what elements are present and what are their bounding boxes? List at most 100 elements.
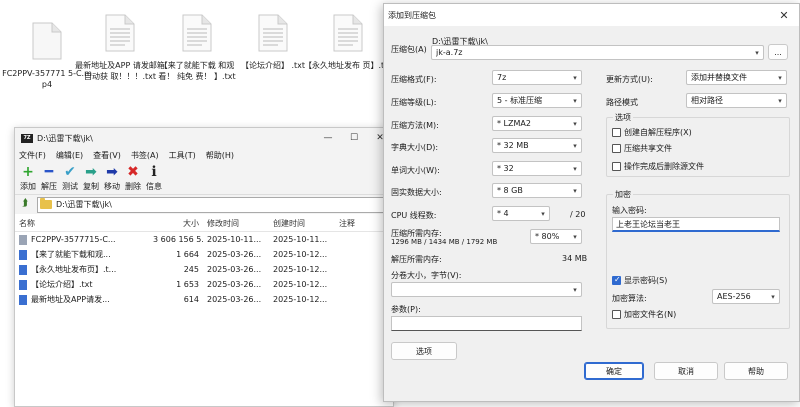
file-list: 名称 大小 修改时间 创建时间 注释 FC2PPV-3577715-C... 3… [15, 216, 393, 307]
row-size: 3 606 156 5... [153, 235, 203, 244]
encrypt-names-checkbox[interactable]: 加密文件名(N) [612, 309, 676, 320]
path-mode-select[interactable]: 相对路径 ▾ [686, 93, 787, 108]
cancel-button[interactable]: 取消 [654, 362, 718, 380]
row-modified: 2025-03-26... [207, 295, 262, 304]
menu-help[interactable]: 帮助(H) [206, 150, 234, 161]
level-select[interactable]: 5 - 标准压缩 ▾ [492, 93, 582, 108]
check-icon: ✔ [64, 163, 76, 180]
close-icon[interactable]: ✕ [769, 9, 799, 22]
table-row[interactable]: FC2PPV-3577715-C... 3 606 156 5... 2025-… [15, 232, 393, 247]
decomp-value: 34 MB [562, 254, 588, 263]
format-select[interactable]: 7z ▾ [492, 70, 582, 85]
video-file-icon [32, 22, 62, 60]
delete-source-checkbox[interactable]: 操作完成后删除源文件 [612, 161, 704, 172]
method-value: * LZMA2 [497, 119, 531, 128]
row-modified: 2025-10-11... [207, 235, 262, 244]
row-name: 最新地址及APP请发... [31, 295, 110, 304]
encryption-method-select[interactable]: AES-256 ▾ [712, 289, 780, 304]
archive-name-combo[interactable]: jk-a.7z ▾ [431, 45, 764, 60]
mem-value: * 80% [535, 232, 560, 241]
path-text: D:\迅雷下载\jk\ [56, 200, 112, 209]
table-row[interactable]: 【论坛介绍】.txt 1 653 2025-03-26... 2025-10-1… [15, 277, 393, 292]
maximize-button[interactable]: ☐ [341, 133, 367, 143]
chevron-down-icon: ▾ [778, 73, 782, 82]
text-file-icon [19, 264, 27, 275]
show-password-checkbox[interactable]: 显示密码(S) [612, 275, 667, 286]
row-modified: 2025-03-26... [207, 250, 262, 259]
chevron-down-icon: ▾ [541, 209, 545, 218]
row-modified: 2025-03-26... [207, 265, 262, 274]
row-created: 2025-10-12... [273, 295, 328, 304]
solid-select[interactable]: * 8 GB ▾ [492, 183, 582, 198]
column-comment[interactable]: 注释 [335, 218, 385, 229]
word-value: * 32 [497, 164, 514, 173]
encryption-method-value: AES-256 [717, 292, 751, 301]
menu-bar: 文件(F) 编辑(E) 查看(V) 书签(A) 工具(T) 帮助(H) [15, 148, 393, 162]
add-button[interactable]: + 添加 [17, 164, 39, 194]
copy-button[interactable]: ➡ 复制 [80, 164, 102, 194]
split-select[interactable]: ▾ [391, 282, 582, 297]
encryption-group-title: 加密 [613, 189, 633, 200]
minus-icon: ━ [44, 163, 54, 180]
row-size: 1 664 [176, 250, 199, 259]
dict-select[interactable]: * 32 MB ▾ [492, 138, 582, 153]
minimize-button[interactable]: — [315, 133, 341, 143]
table-row[interactable]: 【来了就能下载和观... 1 664 2025-03-26... 2025-10… [15, 247, 393, 262]
menu-view[interactable]: 查看(V) [93, 150, 121, 161]
column-modified[interactable]: 修改时间 [203, 218, 269, 229]
word-select[interactable]: * 32 ▾ [492, 161, 582, 176]
path-input[interactable]: D:\迅雷下载\jk\ [37, 196, 390, 213]
shared-checkbox[interactable]: 压缩共享文件 [612, 143, 672, 154]
move-button[interactable]: ➡ 移动 [101, 164, 123, 194]
up-folder-icon[interactable]: ⮭ [17, 198, 33, 212]
tool-label: 复制 [83, 182, 99, 191]
menu-file[interactable]: 文件(F) [19, 150, 46, 161]
format-label: 压缩格式(F): [391, 75, 437, 84]
format-value: 7z [497, 73, 507, 82]
encryption-method-label: 加密算法: [612, 294, 647, 303]
extract-button[interactable]: ━ 解压 [38, 164, 60, 194]
help-button[interactable]: 帮助 [724, 362, 788, 380]
options-button[interactable]: 选项 [391, 342, 457, 360]
dialog-title: 添加到压缩包 [388, 10, 436, 20]
file-manager-titlebar[interactable]: 7Z D:\迅雷下载\jk\ — ☐ ✕ [15, 128, 393, 148]
info-button[interactable]: ℹ 信息 [143, 164, 165, 194]
column-name[interactable]: 名称 [15, 218, 153, 229]
ok-button[interactable]: 确定 [584, 362, 644, 380]
mem-select[interactable]: * 80% ▾ [530, 229, 582, 244]
table-row[interactable]: 最新地址及APP请发... 614 2025-03-26... 2025-10-… [15, 292, 393, 307]
tool-label: 删除 [125, 182, 141, 191]
threads-select[interactable]: * 4 ▾ [492, 206, 550, 221]
threads-total: / 20 [570, 210, 586, 219]
chevron-down-icon: ▾ [755, 48, 759, 57]
params-input[interactable] [391, 316, 582, 331]
dict-value: * 32 MB [497, 141, 529, 150]
dialog-titlebar[interactable]: 添加到压缩包 ✕ [384, 4, 799, 26]
password-label: 输入密码: [612, 206, 647, 215]
method-select[interactable]: * LZMA2 ▾ [492, 116, 582, 131]
password-input[interactable]: 上老王论坛当老王 [612, 217, 780, 232]
sfx-label: 创建自解压程序(X) [624, 128, 692, 137]
sfx-checkbox[interactable]: 创建自解压程序(X) [612, 127, 692, 138]
update-select[interactable]: 添加并替换文件 ▾ [686, 70, 787, 85]
delete-button[interactable]: ✖ 删除 [122, 164, 144, 194]
video-file-icon [19, 234, 27, 245]
row-created: 2025-10-11... [273, 235, 328, 244]
file-list-header: 名称 大小 修改时间 创建时间 注释 [15, 216, 393, 232]
browse-button[interactable]: ... [768, 44, 788, 60]
desktop: FC2PPV-357771 5-C.mp4 最新地址及APP 请发邮箱自动获 取… [0, 0, 800, 407]
shared-label: 压缩共享文件 [624, 144, 672, 153]
threads-label: CPU 线程数: [391, 211, 437, 220]
menu-tools[interactable]: 工具(T) [169, 150, 196, 161]
menu-edit[interactable]: 编辑(E) [56, 150, 83, 161]
table-row[interactable]: 【永久地址发布页】.t... 245 2025-03-26... 2025-10… [15, 262, 393, 277]
menu-bookmarks[interactable]: 书签(A) [131, 150, 159, 161]
desktop-file-txt[interactable]: 【永久地址发布 页】.txt [303, 14, 393, 71]
row-created: 2025-10-12... [273, 250, 328, 259]
row-modified: 2025-03-26... [207, 280, 262, 289]
test-button[interactable]: ✔ 测试 [59, 164, 81, 194]
chevron-down-icon: ▾ [573, 232, 577, 241]
column-size[interactable]: 大小 [153, 218, 203, 229]
column-created[interactable]: 创建时间 [269, 218, 335, 229]
checkbox-icon [612, 310, 621, 319]
